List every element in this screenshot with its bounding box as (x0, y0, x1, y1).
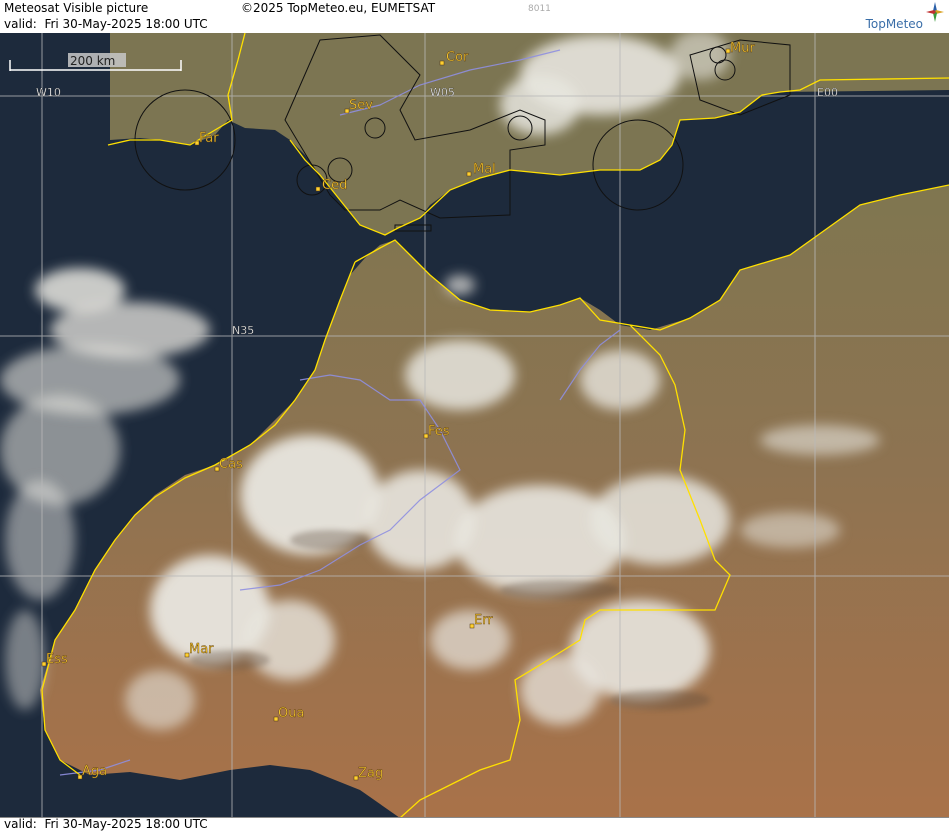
scale-bar-label: 200 km (70, 54, 115, 68)
city-label-mar: Mar (189, 642, 214, 657)
satellite-viewer: Meteosat Visible picture valid: Fri 30-M… (0, 0, 949, 832)
city-label-aga: Aga (82, 764, 107, 779)
image-code: 8011 (528, 4, 551, 14)
header-bar: Meteosat Visible picture valid: Fri 30-M… (0, 0, 949, 34)
city-label-err: Err (474, 613, 493, 628)
city-label-mal: Mal (473, 162, 496, 177)
city-label-oua: Oua (278, 706, 304, 721)
valid-time-footer: valid: Fri 30-May-2025 18:00 UTC (4, 817, 208, 831)
city-label-cas: Cas (219, 457, 243, 472)
valid-time-value: Fri 30-May-2025 18:00 UTC (44, 17, 208, 31)
image-title: Meteosat Visible picture (4, 1, 149, 15)
footer-valid-prefix: valid: (4, 817, 37, 831)
city-label-far: Far (199, 131, 219, 146)
grid-label-w10: W10 (36, 86, 61, 99)
city-label-mur: Mur (730, 41, 755, 56)
footer-valid-time: Fri 30-May-2025 18:00 UTC (44, 817, 208, 831)
city-label-sev: Sev (349, 98, 373, 113)
valid-time-header: valid: Fri 30-May-2025 18:00 UTC (4, 17, 208, 31)
compass-logo-icon (926, 2, 944, 22)
city-label-cor: Cor (446, 50, 469, 65)
city-label-ced: Ced (322, 178, 347, 193)
satellite-map: Cor Mur Sev Far Ced Mal Fes Cas Err Mar … (0, 33, 949, 818)
grid-label-n35: N35 (232, 324, 254, 337)
copyright-text: ©2025 TopMeteo.eu, EUMETSAT (241, 1, 436, 15)
valid-prefix: valid: (4, 17, 37, 31)
city-label-ess: Ess (46, 652, 68, 667)
grid-label-w05: W05 (430, 86, 455, 99)
logo-text: TopMeteo (865, 17, 923, 31)
grid-label-e00: E00 (817, 86, 838, 99)
city-label-fes: Fes (428, 424, 450, 439)
city-label-zag: Zag (358, 766, 383, 781)
footer-bar: valid: Fri 30-May-2025 18:00 UTC (0, 817, 949, 832)
